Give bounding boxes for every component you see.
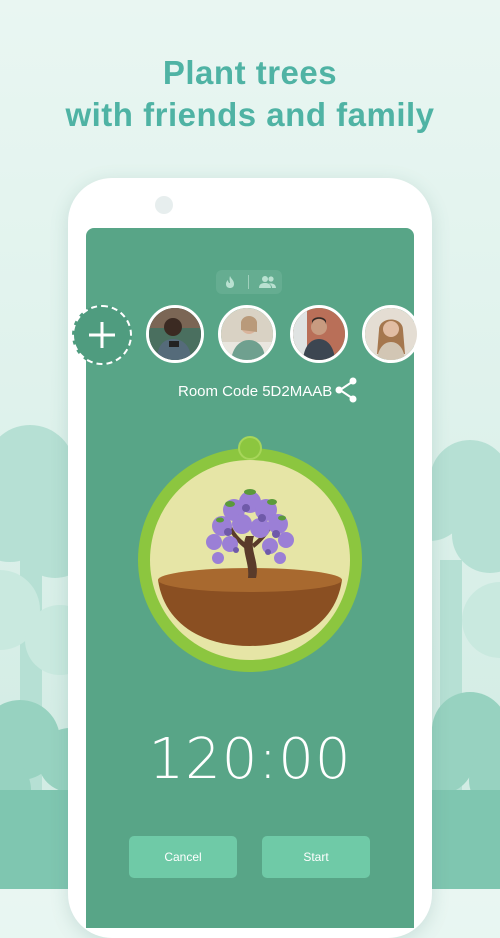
- cancel-button[interactable]: Cancel: [129, 836, 237, 878]
- toggle-divider: [248, 275, 250, 289]
- flame-icon[interactable]: [220, 274, 240, 290]
- participant-avatar-2[interactable]: [218, 305, 276, 363]
- headline-line-1: Plant trees: [162, 54, 338, 91]
- room-code: Room Code 5D2MAAB: [178, 382, 333, 400]
- tree-timer-ring[interactable]: [130, 432, 370, 672]
- participant-avatar-1[interactable]: [146, 305, 204, 363]
- start-button[interactable]: Start: [262, 836, 370, 878]
- headline-line-2: with friends and family: [65, 96, 435, 133]
- timer-display: 120:00: [148, 727, 352, 792]
- participant-avatar-3[interactable]: [290, 305, 348, 363]
- plus-icon: [89, 322, 115, 348]
- timer-slider-knob: [238, 436, 262, 460]
- phone-camera: [155, 196, 173, 214]
- share-icon[interactable]: [334, 376, 358, 404]
- add-participant-button[interactable]: [72, 305, 132, 365]
- participant-avatar-4[interactable]: [362, 305, 420, 363]
- mode-toggle[interactable]: [216, 270, 282, 294]
- people-icon[interactable]: [258, 274, 278, 290]
- headline: Plant trees with friends and family: [0, 52, 500, 136]
